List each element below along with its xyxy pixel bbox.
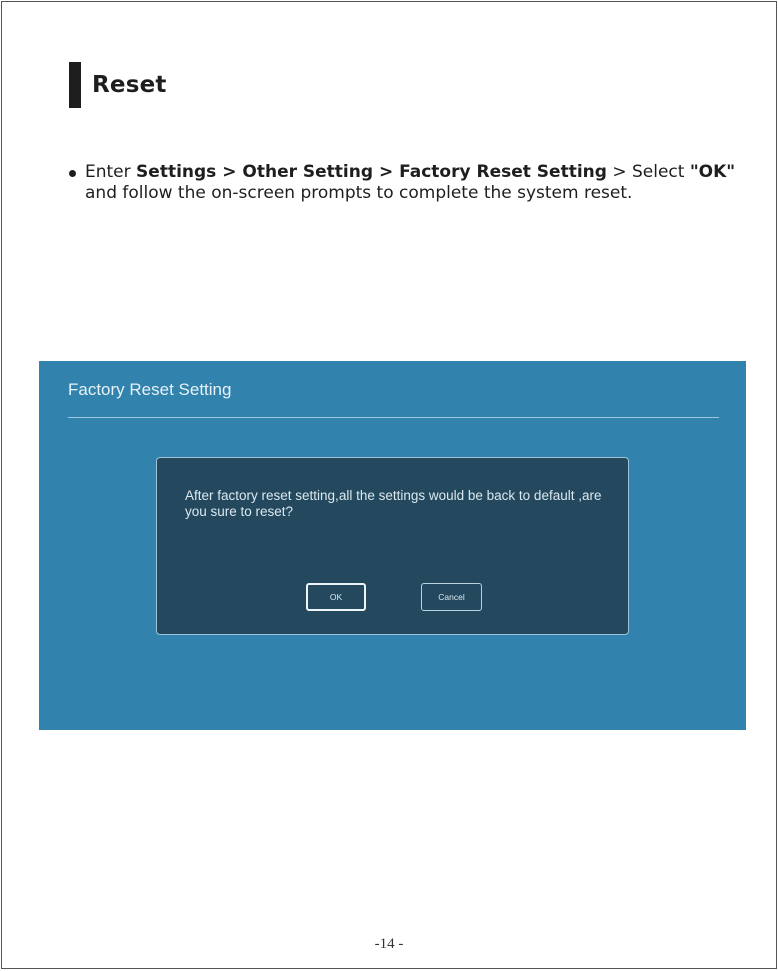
bullet-icon [69, 170, 76, 177]
ok-button[interactable]: OK [306, 583, 366, 611]
section-heading: Reset [69, 62, 167, 108]
confirm-dialog: After factory reset setting,all the sett… [156, 457, 629, 635]
instruction-part2: and follow the on-screen prompts to comp… [85, 183, 633, 203]
instruction-item: Enter Settings > Other Setting > Factory… [69, 162, 739, 204]
path-other-setting: Other Setting [242, 162, 374, 182]
path-factory-reset-setting: Factory Reset Setting [399, 162, 607, 182]
instruction-part1: Enter [85, 162, 137, 182]
title-divider [68, 417, 719, 418]
path-separator: > [216, 162, 243, 182]
heading-accent-bar [69, 62, 81, 108]
ok-quoted: "OK" [689, 162, 736, 182]
page-number: -14 - [374, 936, 404, 952]
screen-title: Factory Reset Setting [68, 380, 232, 399]
factory-reset-screenshot: Factory Reset Setting After factory rese… [39, 361, 746, 730]
path-settings: Settings [136, 162, 217, 182]
cancel-button[interactable]: Cancel [421, 583, 482, 611]
section-title: Reset [92, 72, 167, 98]
manual-page: Reset Enter Settings > Other Setting > F… [1, 1, 777, 969]
instruction-select: > Select [606, 162, 690, 182]
instruction-text: Enter Settings > Other Setting > Factory… [85, 162, 739, 204]
path-separator: > [373, 162, 400, 182]
dialog-message: After factory reset setting,all the sett… [185, 488, 602, 519]
